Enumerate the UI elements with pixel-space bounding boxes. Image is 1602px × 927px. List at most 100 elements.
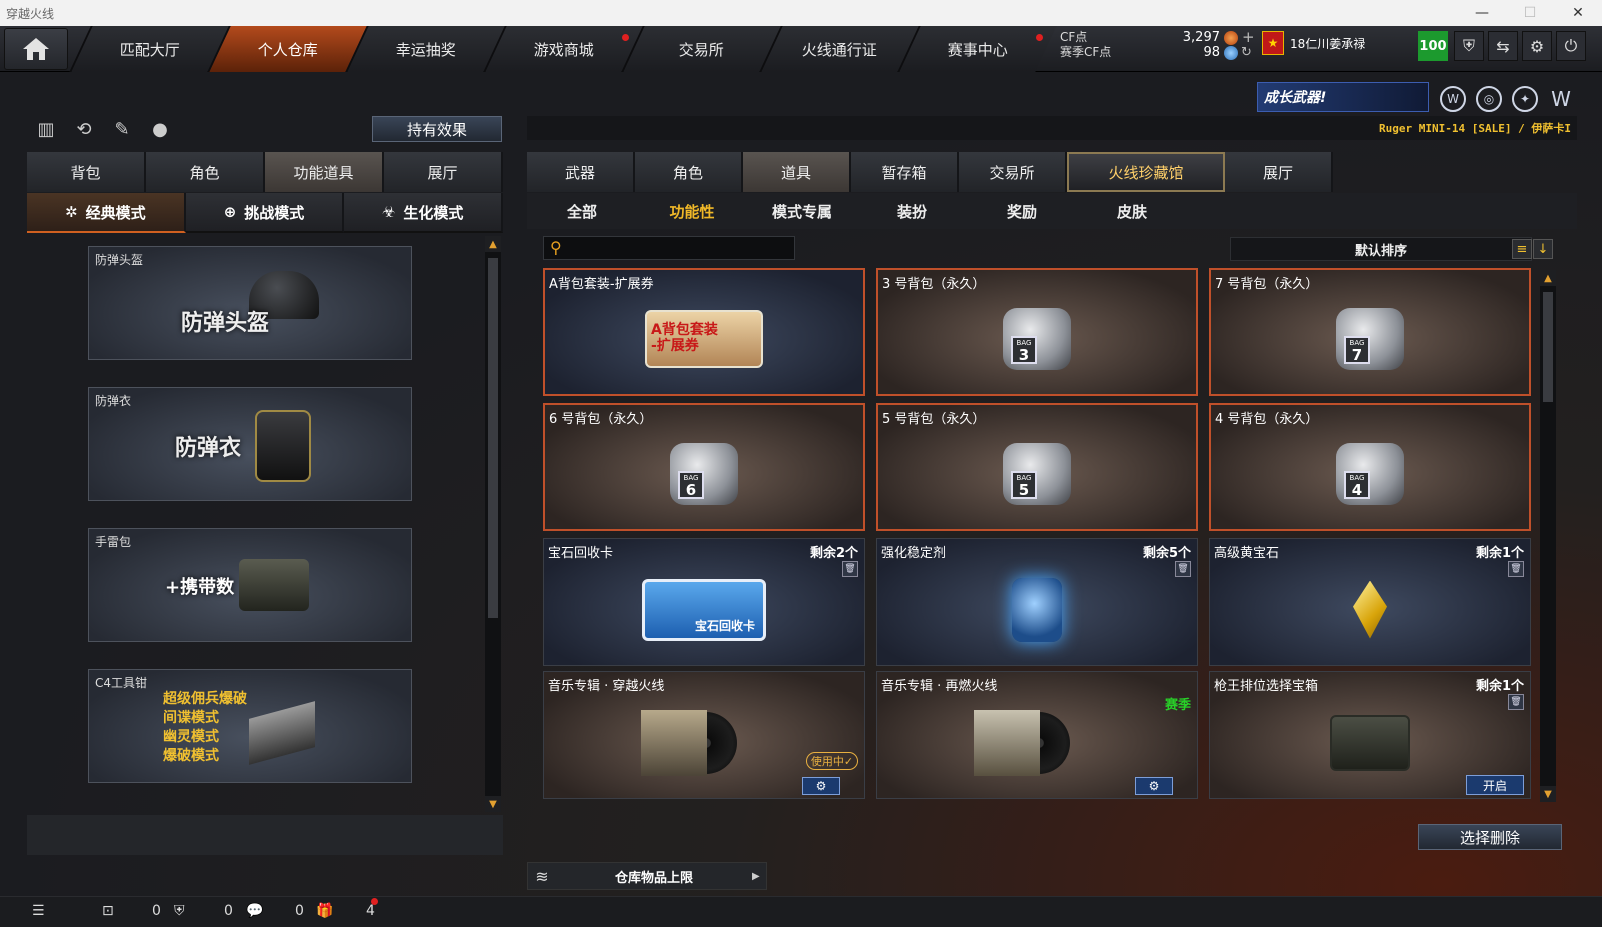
nav-tab-lottery[interactable]: 幸运抽奖 bbox=[345, 26, 505, 72]
globe-icon[interactable]: ◎ bbox=[1476, 86, 1502, 112]
history-icon[interactable]: ⟲ bbox=[72, 117, 96, 141]
mode-zombie[interactable]: ☣ 生化模式 bbox=[344, 193, 504, 233]
search-input[interactable]: ⚲ bbox=[543, 236, 795, 260]
right-tabs: 武器 角色 道具 暂存箱 交易所 火线珍藏馆 展厅 bbox=[527, 152, 1333, 192]
backpack-icon: BAG 6 bbox=[670, 443, 738, 506]
switch-icon[interactable]: ⇆ bbox=[1488, 31, 1518, 61]
subtab-functional[interactable]: 功能性 bbox=[637, 193, 747, 229]
refresh-icon[interactable]: ↻ bbox=[1241, 45, 1252, 60]
tab-storage-box[interactable]: 暂存箱 bbox=[851, 152, 959, 192]
sort-dropdown[interactable]: 默认排序 bbox=[1230, 237, 1532, 261]
power-icon[interactable]: ⏻ bbox=[1556, 31, 1586, 61]
wing-icon[interactable]: W bbox=[1548, 86, 1574, 112]
cf-label: CF点 bbox=[1060, 30, 1088, 44]
shield-status-icon[interactable]: ⛨ bbox=[174, 900, 185, 922]
trash-icon[interactable]: 🗑 bbox=[1508, 561, 1524, 577]
soldier-icon[interactable]: ✎ bbox=[110, 117, 134, 141]
item-card[interactable]: A背包套装-扩展券 A背包套装 -扩展券 bbox=[543, 268, 865, 396]
item-card[interactable]: 音乐专辑 · 穿越火线 使用中 ✓ ⚙ bbox=[543, 671, 865, 799]
item-card[interactable]: 高级黄宝石 剩余1个 🗑 bbox=[1209, 538, 1531, 666]
item-card[interactable]: 5 号背包（永久） BAG 5 bbox=[876, 403, 1198, 531]
gear-icon[interactable]: ⚙ bbox=[1522, 31, 1552, 61]
scroll-down-icon[interactable]: ▼ bbox=[485, 796, 501, 812]
growth-weapon-banner[interactable]: 成长武器! bbox=[1257, 82, 1429, 112]
list-view-icon[interactable]: ≡ bbox=[1512, 239, 1532, 259]
item-card[interactable]: 宝石回收卡 剩余2个 🗑 宝石回收卡 bbox=[543, 538, 865, 666]
trash-icon[interactable]: 🗑 bbox=[1175, 561, 1191, 577]
tab-backpack[interactable]: 背包 bbox=[27, 152, 146, 192]
nav-tab-shop[interactable]: 游戏商城 bbox=[483, 26, 643, 72]
backpack-icon: BAG 7 bbox=[1336, 308, 1404, 371]
close-button[interactable]: ✕ bbox=[1554, 0, 1602, 26]
mode-challenge[interactable]: ⊕ 挑战模式 bbox=[185, 193, 345, 233]
right-scroll-thumb[interactable] bbox=[1543, 292, 1553, 402]
scroll-down-icon[interactable]: ▼ bbox=[1540, 786, 1556, 802]
tab-weapons[interactable]: 武器 bbox=[527, 152, 635, 192]
season-tag: 赛季 bbox=[1164, 698, 1191, 713]
add-cf-icon[interactable]: + bbox=[1242, 28, 1255, 46]
warehouse-capacity-bar[interactable]: ≋ 仓库物品上限 ▶ bbox=[527, 862, 767, 890]
search-icon: ⚲ bbox=[550, 238, 562, 257]
held-effects-button[interactable]: 持有效果 bbox=[372, 116, 502, 142]
equip-slot-grenade-pack[interactable]: 手雷包 +携带数 bbox=[88, 528, 412, 642]
nav-tab-pass[interactable]: 火线通行证 bbox=[759, 26, 919, 72]
binoculars-icon[interactable]: ⊡ bbox=[102, 900, 114, 922]
tab-exchange[interactable]: 交易所 bbox=[959, 152, 1067, 192]
tab-items[interactable]: 道具 bbox=[743, 152, 851, 192]
tab-collection-hall[interactable]: 火线珍藏馆 bbox=[1067, 152, 1225, 192]
emblem-icon[interactable]: W bbox=[1440, 86, 1466, 112]
nav-tab-warehouse[interactable]: 个人仓库 bbox=[207, 26, 367, 72]
stats-icon[interactable]: ▥ bbox=[34, 117, 58, 141]
item-card[interactable]: 3 号背包（永久） BAG 3 bbox=[876, 268, 1198, 396]
subtab-rewards[interactable]: 奖励 bbox=[967, 193, 1077, 229]
tab-functional-items[interactable]: 功能道具 bbox=[265, 152, 384, 192]
nav-tab-exchange[interactable]: 交易所 bbox=[621, 26, 781, 72]
select-delete-button[interactable]: 选择删除 bbox=[1418, 824, 1562, 850]
nav-tab-events[interactable]: 赛事中心 bbox=[897, 26, 1057, 72]
settings-button[interactable]: ⚙ bbox=[1135, 777, 1173, 795]
left-scroll-thumb[interactable] bbox=[488, 258, 498, 618]
subtab-skins[interactable]: 皮肤 bbox=[1077, 193, 1187, 229]
scroll-up-icon[interactable]: ▲ bbox=[485, 236, 501, 252]
item-card[interactable]: 6 号背包（永久） BAG 6 bbox=[543, 403, 865, 531]
equip-slot-helmet[interactable]: 防弹头盔 防弹头盔 bbox=[88, 246, 412, 360]
minimize-button[interactable]: — bbox=[1458, 0, 1506, 26]
trash-icon[interactable]: 🗑 bbox=[1508, 694, 1524, 710]
in-use-badge: 使用中 ✓ bbox=[806, 752, 858, 770]
badge-icon[interactable]: ✦ bbox=[1512, 86, 1538, 112]
scroll-up-icon[interactable]: ▲ bbox=[1540, 270, 1556, 286]
right-scrollbar[interactable] bbox=[1540, 270, 1556, 802]
tab-gallery[interactable]: 展厅 bbox=[384, 152, 503, 192]
subtab-cosmetic[interactable]: 装扮 bbox=[857, 193, 967, 229]
equip-slot-vest[interactable]: 防弹衣 防弹衣 bbox=[88, 387, 412, 501]
open-chest-button[interactable]: 开启 bbox=[1466, 775, 1524, 795]
player-level[interactable]: 100 bbox=[1418, 31, 1448, 61]
subtab-mode-exclusive[interactable]: 模式专属 bbox=[747, 193, 857, 229]
settings-button[interactable]: ⚙ bbox=[802, 777, 840, 795]
item-card[interactable]: 枪王排位选择宝箱 剩余1个 🗑 开启 bbox=[1209, 671, 1531, 799]
item-card[interactable]: 强化稳定剂 剩余5个 🗑 bbox=[876, 538, 1198, 666]
challenge-icon: ⊕ bbox=[223, 203, 237, 221]
item-card[interactable]: 7 号背包（永久） BAG 7 bbox=[1209, 268, 1531, 396]
equip-slot-c4-pliers[interactable]: C4工具钳 超级佣兵爆破 间谍模式 幽灵模式 爆破模式 bbox=[88, 669, 412, 783]
tab-characters[interactable]: 角色 bbox=[635, 152, 743, 192]
nav-tab-lobby[interactable]: 匹配大厅 bbox=[69, 26, 229, 72]
trash-icon[interactable]: 🗑 bbox=[842, 561, 858, 577]
tab-character[interactable]: 角色 bbox=[146, 152, 265, 192]
tab-showroom[interactable]: 展厅 bbox=[1225, 152, 1333, 192]
item-card[interactable]: 4 号背包（永久） BAG 4 bbox=[1209, 403, 1531, 531]
menu-icon[interactable]: ☰ bbox=[32, 900, 45, 922]
remaining-count: 剩余1个 bbox=[1475, 679, 1524, 694]
left-scrollbar[interactable] bbox=[485, 236, 501, 811]
gift-icon[interactable]: 🎁 bbox=[316, 900, 333, 922]
mode-classic[interactable]: ✲ 经典模式 bbox=[27, 193, 186, 233]
item-card[interactable]: 音乐专辑 · 再燃火线 赛季 ⚙ bbox=[876, 671, 1198, 799]
grenade-icon[interactable]: ● bbox=[148, 117, 172, 141]
shield-icon[interactable]: ⛨ bbox=[1454, 31, 1484, 61]
player-rank[interactable]: ★ 18仁川姜承禄 bbox=[1262, 31, 1365, 55]
maximize-button[interactable]: ☐ bbox=[1506, 0, 1554, 26]
sort-order-icon[interactable]: ↓ bbox=[1533, 239, 1553, 259]
home-button[interactable] bbox=[4, 28, 68, 70]
chat-icon[interactable]: 💬 bbox=[246, 900, 263, 922]
subtab-all[interactable]: 全部 bbox=[527, 193, 637, 229]
